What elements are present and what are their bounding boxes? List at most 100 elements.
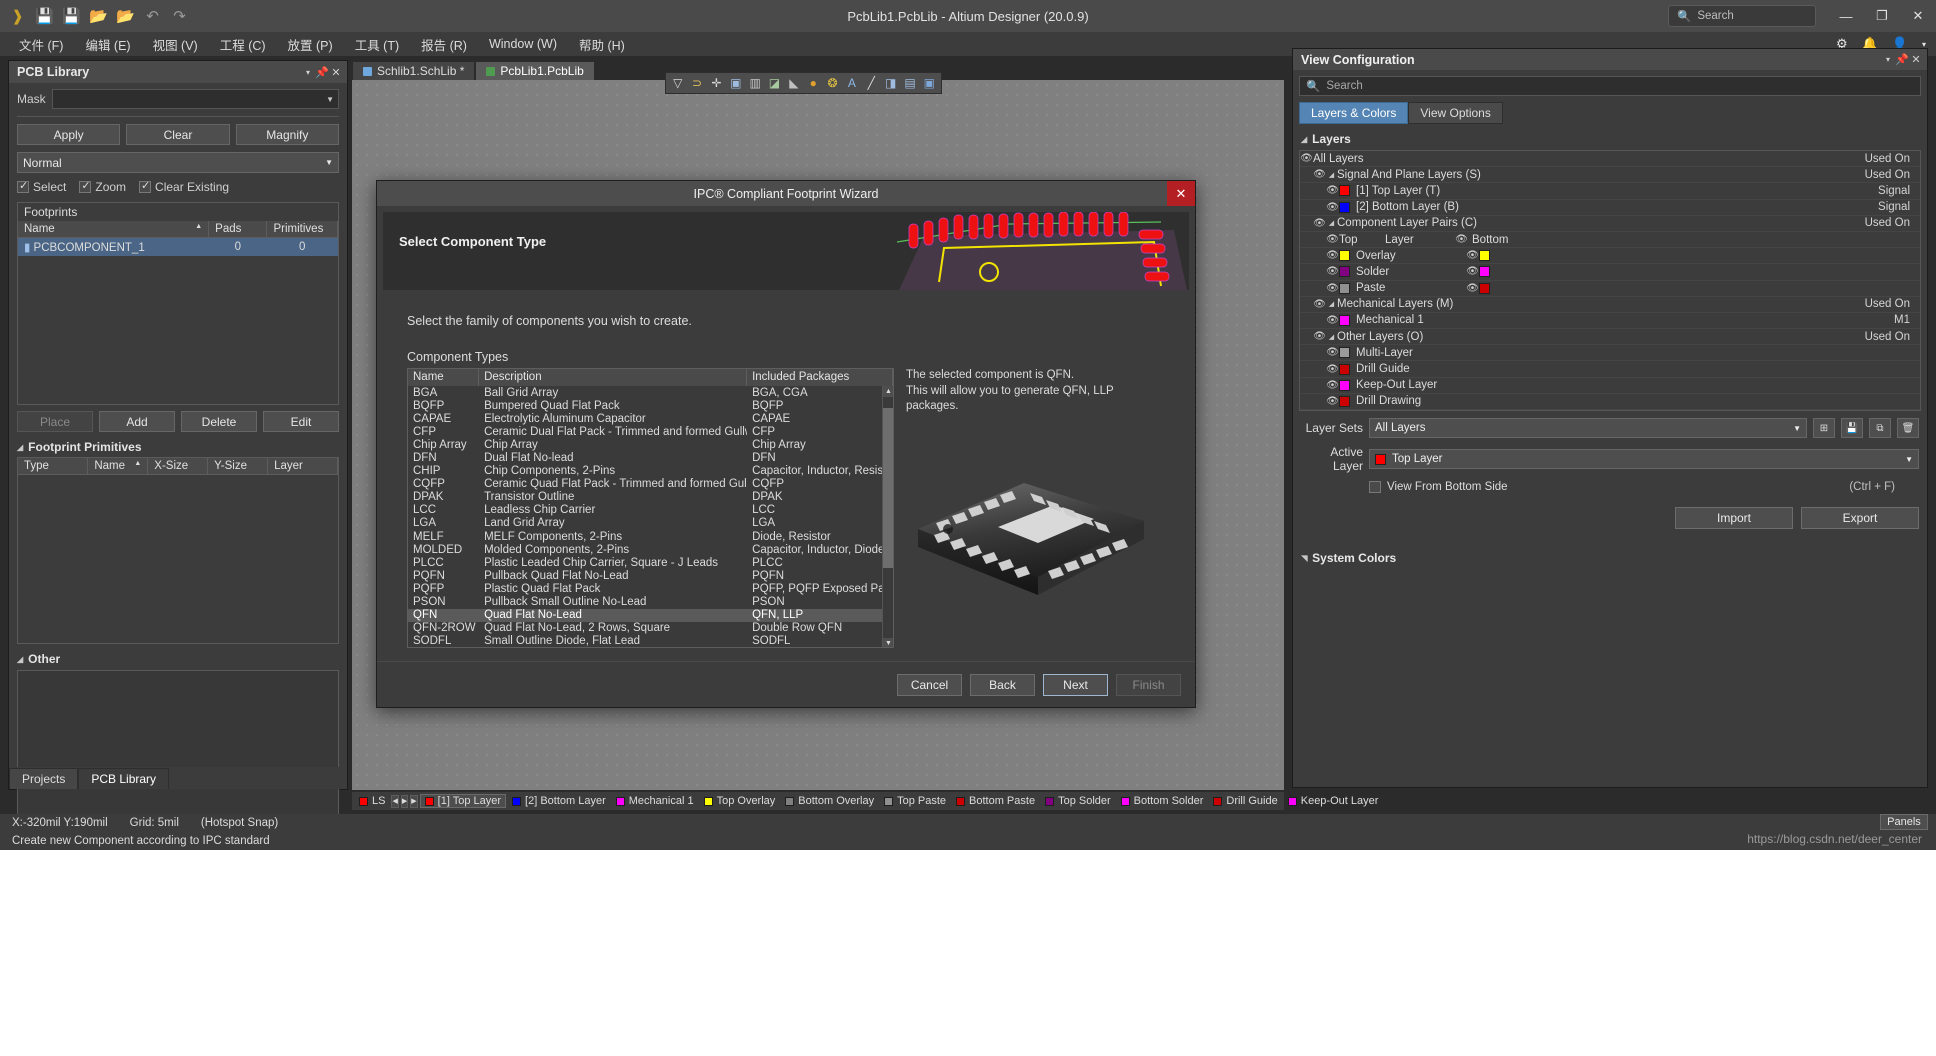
layer-row[interactable]: 👁Paste👁 xyxy=(1300,281,1920,297)
wizard-component-row[interactable]: CHIPChip Components, 2-PinsCapacitor, In… xyxy=(408,465,893,478)
save-layerset-icon[interactable]: 💾 xyxy=(1841,418,1863,438)
board-icon[interactable]: ▣ xyxy=(921,74,938,92)
layer-strip-item[interactable]: [2] Bottom Layer xyxy=(508,795,610,807)
close-icon[interactable]: ✕ xyxy=(1167,181,1195,206)
apply-button[interactable]: Apply xyxy=(17,124,120,145)
eye-icon[interactable]: 👁 xyxy=(1326,266,1339,277)
layer-row[interactable]: 👁◢Mechanical Layers (M)Used On xyxy=(1300,297,1920,313)
cancel-button[interactable]: Cancel xyxy=(897,674,962,696)
wizard-component-row[interactable]: CFPCeramic Dual Flat Pack - Trimmed and … xyxy=(408,425,893,438)
wizard-col-1[interactable]: Description xyxy=(479,369,747,386)
chevron-down-icon[interactable]: ▼ xyxy=(325,158,333,167)
layer-color-swatch[interactable] xyxy=(1339,250,1350,261)
menu-item-4[interactable]: 放置 (P) xyxy=(277,32,344,57)
active-layer-combo[interactable]: Top Layer ▼ xyxy=(1369,449,1919,469)
view-config-search-input[interactable]: 🔍 Search xyxy=(1299,76,1921,96)
wizard-component-row[interactable]: QFN-2ROWQuad Flat No-Lead, 2 Rows, Squar… xyxy=(408,622,893,635)
layer-row[interactable]: 👁Keep-Out Layer xyxy=(1300,378,1920,394)
wizard-component-row[interactable]: CQFPCeramic Quad Flat Pack - Trimmed and… xyxy=(408,478,893,491)
wizard-component-row[interactable]: PQFNPullback Quad Flat No-LeadPQFN xyxy=(408,569,893,582)
layer-strip-item[interactable]: Top Solder xyxy=(1041,795,1115,807)
eye-icon[interactable]: 👁 xyxy=(1326,234,1339,245)
wizard-component-row[interactable]: CAPAEElectrolytic Aluminum CapacitorCAPA… xyxy=(408,412,893,425)
wizard-component-row[interactable]: MOLDEDMolded Components, 2-PinsCapacitor… xyxy=(408,543,893,556)
layer-strip-nav-1[interactable]: ▶ xyxy=(401,795,408,808)
checkbox-group-0[interactable]: Select xyxy=(17,180,66,194)
eye-icon[interactable]: 👁 xyxy=(1466,283,1479,294)
copy-layerset-icon[interactable]: ⧉ xyxy=(1869,418,1891,438)
wizard-col-0[interactable]: Name xyxy=(408,369,479,386)
layer-strip-item[interactable]: [1] Top Layer xyxy=(420,794,506,808)
checkbox-2[interactable] xyxy=(139,181,151,193)
layer-color-swatch[interactable] xyxy=(1479,283,1490,294)
eye-icon[interactable]: 👁 xyxy=(1300,153,1313,164)
primitives-col-0[interactable]: Type xyxy=(18,458,88,475)
panels-button[interactable]: Panels xyxy=(1880,814,1928,830)
add-footprint-button[interactable]: Add xyxy=(99,411,175,432)
route-icon[interactable]: ⊃ xyxy=(688,74,705,92)
wizard-component-row[interactable]: MELFMELF Components, 2-PinsDiode, Resist… xyxy=(408,530,893,543)
open-project-icon[interactable]: 📂 xyxy=(116,7,135,26)
delete-footprint-button[interactable]: Delete xyxy=(181,411,257,432)
collapse-triangle-icon[interactable]: ◢ xyxy=(1326,300,1337,308)
primitives-col-1[interactable]: Name▲ xyxy=(88,458,148,475)
collapse-triangle-icon[interactable]: ◢ xyxy=(1326,171,1337,179)
layer-strip-item[interactable]: Mechanical 1 xyxy=(612,795,698,807)
delete-layerset-icon[interactable]: 🗑 xyxy=(1897,418,1919,438)
layer-strip-item[interactable]: Top Overlay xyxy=(700,795,780,807)
layer-strip-item[interactable]: Drill Guide xyxy=(1209,795,1281,807)
layer-strip-item[interactable]: Bottom Solder xyxy=(1117,795,1208,807)
wizard-component-row[interactable]: DPAKTransistor OutlineDPAK xyxy=(408,491,893,504)
checkbox-group-1[interactable]: Zoom xyxy=(79,180,126,194)
altium-logo-icon[interactable]: ❱ xyxy=(8,7,27,26)
mask-mode-combo[interactable]: Normal ▼ xyxy=(17,152,339,173)
layer-row[interactable]: 👁Overlay👁 xyxy=(1300,248,1920,264)
layer-row[interactable]: 👁◢Signal And Plane Layers (S)Used On xyxy=(1300,167,1920,183)
close-icon[interactable]: ✕ xyxy=(329,66,343,79)
eye-icon[interactable]: 👁 xyxy=(1326,396,1339,407)
wizard-component-row[interactable]: PSONPullback Small Outline No-LeadPSON xyxy=(408,596,893,609)
close-button[interactable]: ✕ xyxy=(1900,0,1936,32)
magnify-button[interactable]: Magnify xyxy=(236,124,339,145)
view-from-bottom-checkbox[interactable] xyxy=(1369,481,1381,493)
edit-footprint-button[interactable]: Edit xyxy=(263,411,339,432)
layer-row[interactable]: 👁TopLayer👁Bottom xyxy=(1300,232,1920,248)
layer-color-swatch[interactable] xyxy=(1339,283,1350,294)
chart-icon[interactable]: ▤ xyxy=(901,74,918,92)
layer-color-swatch[interactable] xyxy=(1339,315,1350,326)
footprint-primitives-section-header[interactable]: ◢ Footprint Primitives xyxy=(17,440,339,454)
back-button[interactable]: Back xyxy=(970,674,1035,696)
chevron-down-icon[interactable]: ▾ xyxy=(301,68,315,77)
line-icon[interactable]: ╱ xyxy=(863,74,880,92)
eye-icon[interactable]: 👁 xyxy=(1313,169,1326,180)
checkbox-group-2[interactable]: Clear Existing xyxy=(139,180,229,194)
minimize-button[interactable]: — xyxy=(1828,0,1864,32)
footprints-col-1[interactable]: Pads xyxy=(209,221,267,238)
collapse-triangle-icon[interactable]: ◢ xyxy=(1326,333,1337,341)
chevron-down-icon[interactable]: ▼ xyxy=(1793,424,1801,433)
view-config-tab-layers-colors[interactable]: Layers & Colors xyxy=(1299,102,1408,124)
component-types-rows[interactable]: BGABall Grid ArrayBGA, CGABQFPBumpered Q… xyxy=(408,386,893,648)
wizard-component-row[interactable]: SODFLSmall Outline Diode, Flat LeadSODFL xyxy=(408,635,893,648)
menu-item-1[interactable]: 编辑 (E) xyxy=(74,32,141,57)
layer-strip-item[interactable]: Keep-Out Layer xyxy=(1284,795,1383,807)
eye-icon[interactable]: 👁 xyxy=(1326,364,1339,375)
wizard-component-row[interactable]: PLCCPlastic Leaded Chip Carrier, Square … xyxy=(408,556,893,569)
footprints-list-empty-area[interactable] xyxy=(18,256,338,404)
eraser-icon[interactable]: ◣ xyxy=(785,74,802,92)
wizard-col-2[interactable]: Included Packages xyxy=(747,369,893,386)
collapse-triangle-icon[interactable]: ◢ xyxy=(1301,135,1307,144)
primitives-col-2[interactable]: X-Size xyxy=(148,458,208,475)
layer-strip-item[interactable]: Bottom Overlay xyxy=(781,795,878,807)
layer-strip-ls[interactable]: LS xyxy=(355,795,389,807)
layer-color-swatch[interactable] xyxy=(1339,185,1350,196)
eye-icon[interactable]: 👁 xyxy=(1326,315,1339,326)
component-types-table[interactable]: NameDescriptionIncluded Packages BGABall… xyxy=(407,368,894,648)
primitives-col-3[interactable]: Y-Size xyxy=(208,458,268,475)
layer-color-swatch[interactable] xyxy=(1339,347,1350,358)
pin-icon[interactable]: 📌 xyxy=(315,66,329,79)
close-icon[interactable]: ✕ xyxy=(1909,53,1923,66)
eye-icon[interactable]: 👁 xyxy=(1466,266,1479,277)
menu-item-6[interactable]: 报告 (R) xyxy=(410,32,478,57)
circle-pad-icon[interactable]: ● xyxy=(805,74,822,92)
